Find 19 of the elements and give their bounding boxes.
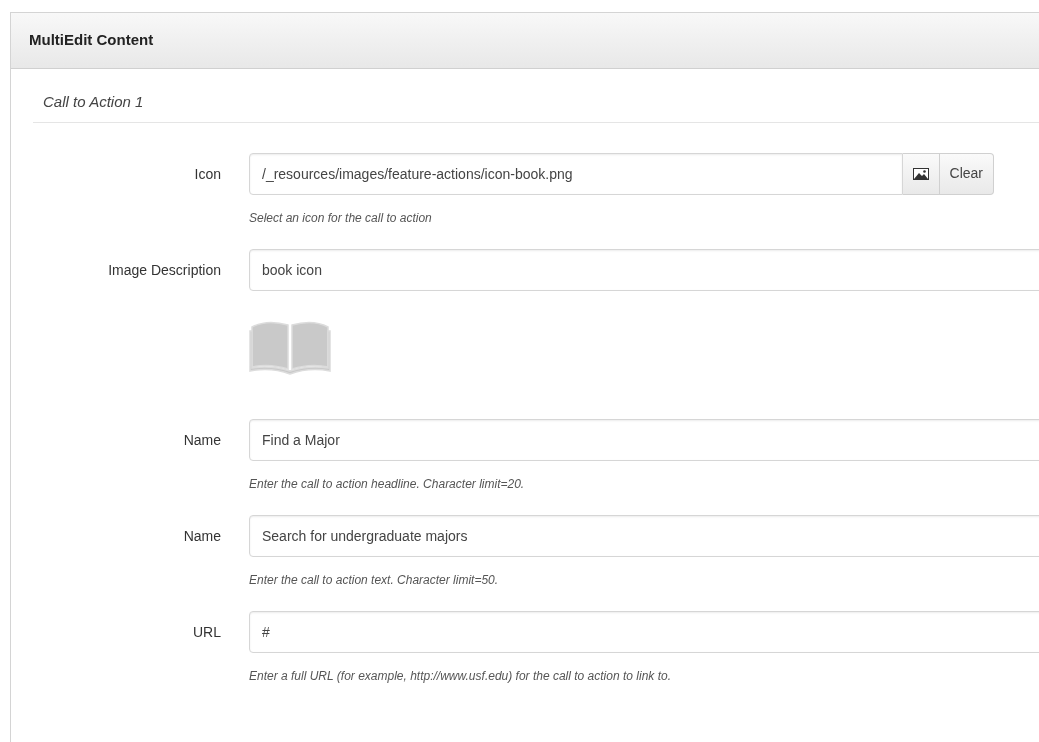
clear-button[interactable]: Clear (939, 152, 994, 195)
help-text: Enter the call to action headline. Character limit=20. (249, 475, 526, 493)
field-label: Image Description (108, 261, 221, 278)
panel-title: MultiEdit Content (29, 30, 154, 51)
field-label: URL (193, 623, 221, 640)
input-field[interactable]: book icon (249, 248, 1039, 291)
field-label: Name (183, 431, 221, 448)
image-icon (912, 168, 929, 181)
input-field[interactable]: Find a Major (249, 418, 1039, 461)
input-field[interactable]: /_resources/images/feature-actions/icon-book.png (249, 152, 903, 195)
image-browse-button[interactable] (902, 152, 940, 195)
help-text: Select an icon for the call to action (249, 209, 433, 227)
field-label: Name (183, 527, 221, 544)
help-text: Enter a full URL (for example, http://www.usf.edu) for the call to action to link to. (249, 667, 672, 685)
help-text: Enter the call to action text. Character limit=50. (249, 571, 500, 589)
field-label: Icon (194, 165, 221, 182)
input-field[interactable]: Search for undergraduate majors (249, 514, 1039, 557)
input-field[interactable]: # (249, 610, 1039, 653)
section-title: Call to Action 1 (43, 93, 144, 110)
